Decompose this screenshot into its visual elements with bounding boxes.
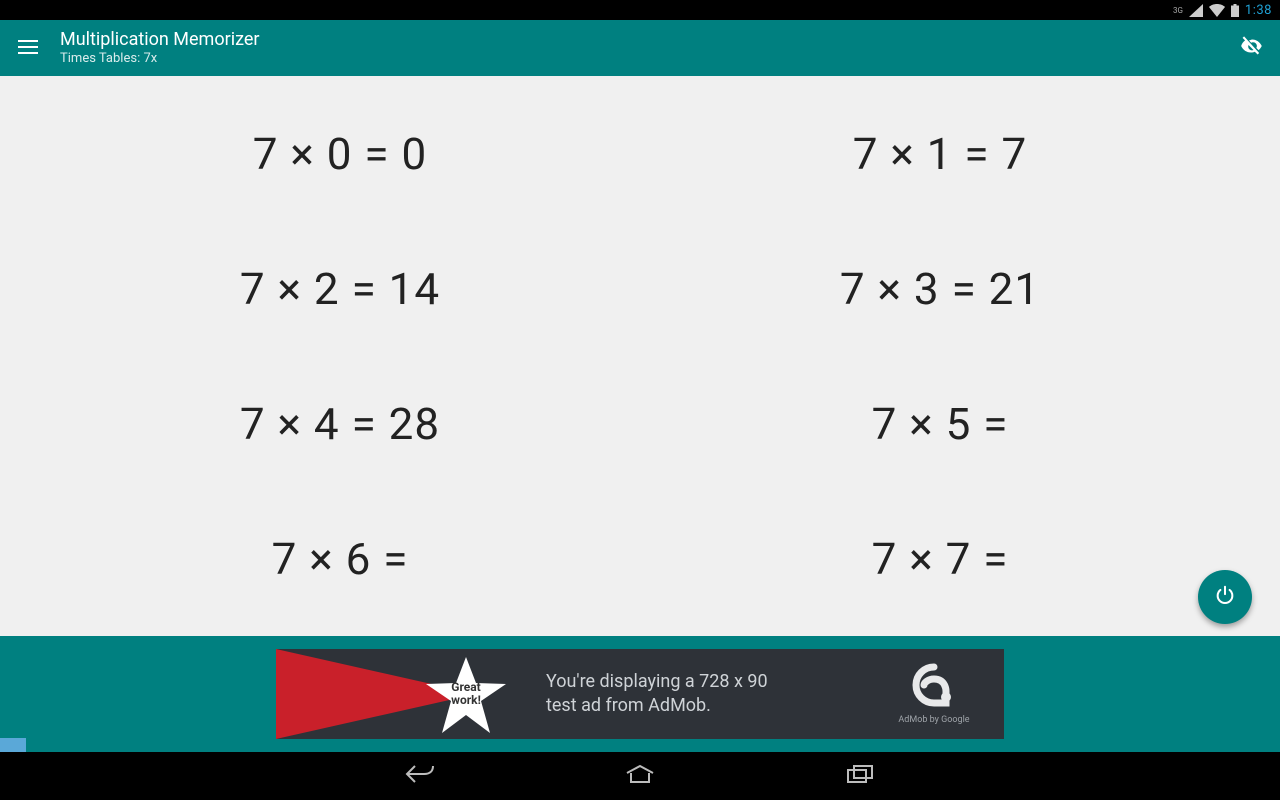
equation-cell[interactable]: 7 × 1 = 7 [640, 86, 1240, 221]
hamburger-icon [18, 39, 38, 58]
ad-line-1: You're displaying a 728 x 90 [546, 670, 864, 694]
app-title: Multiplication Memorizer [60, 29, 1220, 51]
toggle-visibility-button[interactable] [1238, 34, 1266, 62]
ad-logo: AdMob by Google [864, 663, 1004, 725]
equation-cell[interactable]: 7 × 6 = [40, 491, 640, 626]
admob-logo-icon [912, 663, 956, 711]
power-icon [1214, 584, 1236, 610]
ad-logo-caption: AdMob by Google [898, 715, 969, 725]
app-action-bar: Multiplication Memorizer Times Tables: 7… [0, 20, 1280, 76]
equations-grid: 7 × 0 = 0 7 × 1 = 7 7 × 2 = 14 7 × 3 = 2… [0, 76, 1280, 636]
ad-badge-text: Greatwork! [441, 681, 491, 707]
equation-cell[interactable]: 7 × 2 = 14 [40, 221, 640, 356]
ad-graphic: Greatwork! [276, 649, 516, 739]
fab-power-button[interactable] [1198, 570, 1252, 624]
signal-icon [1189, 4, 1203, 17]
battery-icon [1231, 4, 1239, 17]
nav-back-button[interactable] [400, 760, 440, 792]
menu-button[interactable] [14, 34, 42, 62]
equation-cell[interactable]: 7 × 7 = [640, 491, 1240, 626]
ad-text: You're displaying a 728 x 90 test ad fro… [516, 670, 864, 719]
nav-recents-button[interactable] [840, 760, 880, 792]
home-icon [625, 764, 655, 788]
action-bar-titles: Multiplication Memorizer Times Tables: 7… [60, 29, 1220, 66]
back-icon [404, 763, 436, 789]
ad-info-badge[interactable] [0, 738, 26, 752]
nav-home-button[interactable] [620, 760, 660, 792]
app-subtitle: Times Tables: 7x [60, 51, 1220, 67]
ad-line-2: test ad from AdMob. [546, 694, 864, 718]
android-nav-bar [0, 752, 1280, 800]
ad-container: Greatwork! You're displaying a 728 x 90 … [0, 636, 1280, 752]
equation-cell[interactable]: 7 × 4 = 28 [40, 356, 640, 491]
network-type-label: 3G [1173, 6, 1183, 15]
android-status-bar: 3G 1:38 [0, 0, 1280, 20]
clock-label: 1:38 [1245, 3, 1272, 18]
wifi-icon [1209, 4, 1225, 17]
equation-cell[interactable]: 7 × 5 = [640, 356, 1240, 491]
equation-cell[interactable]: 7 × 3 = 21 [640, 221, 1240, 356]
equation-cell[interactable]: 7 × 0 = 0 [40, 86, 640, 221]
recents-icon [846, 764, 874, 788]
visibility-off-icon [1239, 33, 1265, 63]
ad-banner[interactable]: Greatwork! You're displaying a 728 x 90 … [276, 649, 1004, 739]
